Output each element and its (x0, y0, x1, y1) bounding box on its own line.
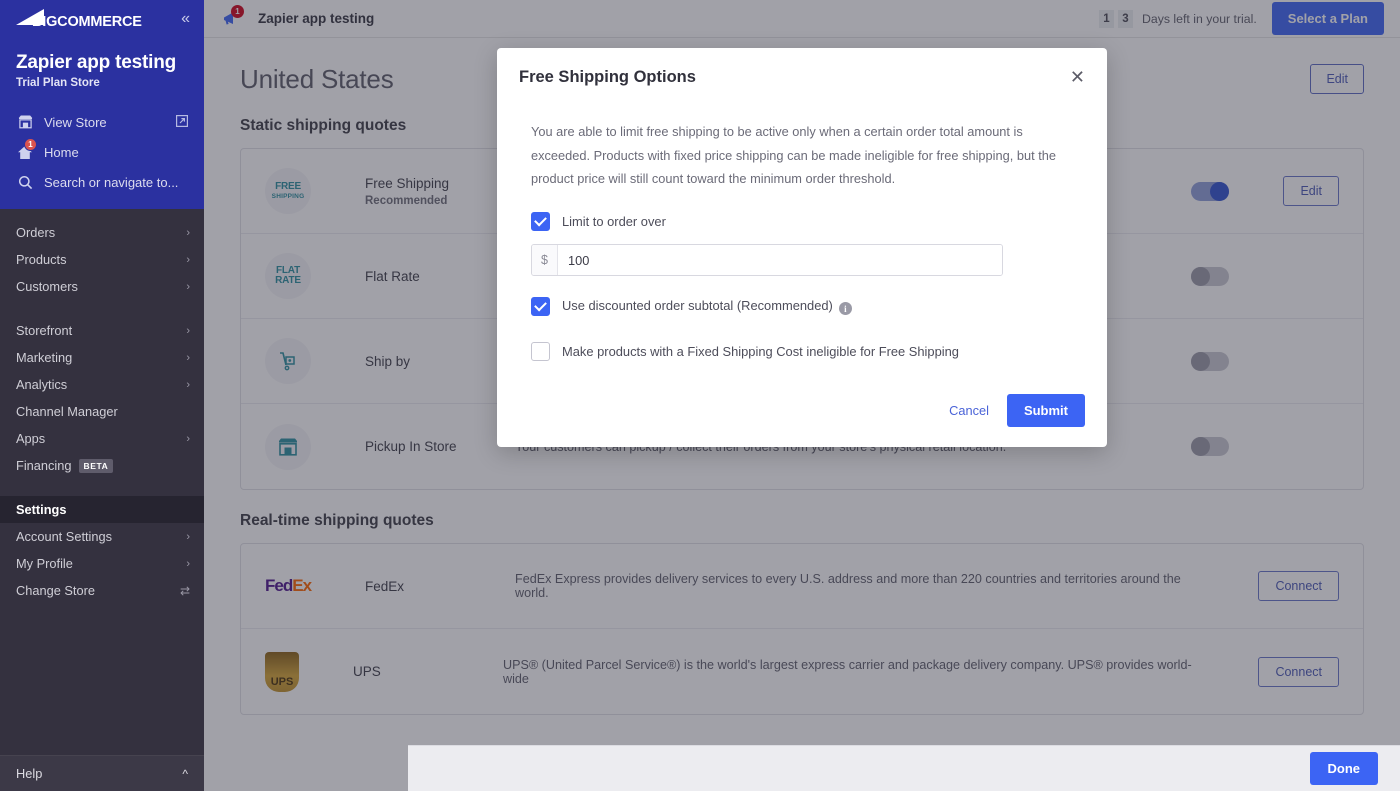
modal-footer: Cancel Submit (497, 361, 1107, 447)
bigcommerce-wordmark: BIGCOMMERCE (32, 14, 142, 30)
chevron-right-icon: › (186, 531, 190, 543)
use-discounted-subtotal-checkbox[interactable] (531, 297, 550, 316)
sidebar-collapse-button[interactable]: « (181, 11, 190, 27)
use-discounted-subtotal-label: Use discounted order subtotal (Recommend… (562, 298, 852, 316)
chevron-right-icon: › (186, 325, 190, 337)
free-shipping-options-modal: Free Shipping Options ✕ You are able to … (497, 48, 1107, 447)
sidebar: BIGCOMMERCE « Zapier app testing Trial P… (0, 0, 204, 791)
bigcommerce-logo[interactable]: BIGCOMMERCE (14, 9, 142, 29)
search-input-placeholder: Search or navigate to... (44, 175, 178, 190)
minimum-order-amount-field[interactable]: $ (531, 244, 1003, 276)
sidebar-item-label: My Profile (16, 556, 73, 571)
sidebar-item-label: Apps (16, 431, 45, 446)
close-icon[interactable]: ✕ (1070, 68, 1085, 86)
sidebar-item-marketing[interactable]: Marketing › (0, 344, 204, 371)
chevron-right-icon: › (186, 227, 190, 239)
currency-prefix: $ (532, 245, 558, 275)
sidebar-item-label: Change Store (16, 583, 95, 598)
sidebar-search[interactable]: Search or navigate to... (0, 167, 204, 197)
sidebar-help-button[interactable]: Help ^ (0, 755, 204, 791)
done-button[interactable]: Done (1310, 752, 1379, 785)
chevron-right-icon: › (186, 352, 190, 364)
sidebar-item-label: Settings (16, 502, 66, 517)
chevron-up-icon: ^ (182, 767, 188, 781)
submit-button[interactable]: Submit (1007, 394, 1085, 427)
sidebar-item-label: Marketing (16, 350, 72, 365)
sidebar-item-analytics[interactable]: Analytics › (0, 371, 204, 398)
sidebar-item-storefront[interactable]: Storefront › (0, 317, 204, 344)
sidebar-item-label: Products (16, 252, 67, 267)
sidebar-item-label: Home (44, 145, 79, 160)
store-plan: Trial Plan Store (16, 77, 188, 89)
chevron-right-icon: › (186, 558, 190, 570)
sidebar-item-label: Orders (16, 225, 55, 240)
sidebar-item-my-profile[interactable]: My Profile › (0, 550, 204, 577)
sidebar-item-settings[interactable]: Settings (0, 496, 204, 523)
sidebar-nav: Orders › Products › Customers › Storefro… (0, 209, 204, 755)
sidebar-header: BIGCOMMERCE « Zapier app testing Trial P… (0, 0, 204, 209)
fixed-cost-ineligible-label: Make products with a Fixed Shipping Cost… (562, 344, 959, 359)
limit-to-order-over-checkbox[interactable] (531, 212, 550, 231)
sidebar-brand-bar: BIGCOMMERCE « (0, 0, 204, 38)
modal-header: Free Shipping Options ✕ (497, 48, 1107, 87)
beta-badge: BETA (79, 459, 114, 473)
sidebar-item-orders[interactable]: Orders › (0, 219, 204, 246)
sidebar-item-financing[interactable]: Financing BETA (0, 452, 204, 479)
search-icon (16, 175, 34, 190)
footer-action-bar: Done (408, 745, 1400, 791)
sidebar-item-label: Financing (16, 458, 72, 473)
chevron-right-icon: › (186, 433, 190, 445)
external-link-icon[interactable] (176, 115, 188, 130)
sidebar-item-label: Account Settings (16, 529, 112, 544)
modal-title: Free Shipping Options (519, 68, 696, 87)
nav-divider (0, 479, 204, 496)
modal-description: You are able to limit free shipping to b… (531, 120, 1071, 191)
store-icon (16, 115, 34, 129)
minimum-order-amount-input[interactable] (558, 245, 1002, 275)
cancel-button[interactable]: Cancel (949, 403, 989, 418)
fixed-cost-ineligible-checkbox[interactable] (531, 342, 550, 361)
sidebar-quick-links: View Store 1 Home Search (0, 93, 204, 209)
sidebar-item-label: Analytics (16, 377, 67, 392)
sidebar-item-label: Channel Manager (16, 404, 118, 419)
modal-body: You are able to limit free shipping to b… (497, 87, 1107, 361)
use-discounted-subtotal-row[interactable]: Use discounted order subtotal (Recommend… (531, 297, 1073, 316)
store-info: Zapier app testing Trial Plan Store (0, 38, 204, 93)
sidebar-item-label: Customers (16, 279, 78, 294)
store-name: Zapier app testing (16, 52, 188, 74)
fixed-cost-ineligible-row[interactable]: Make products with a Fixed Shipping Cost… (531, 342, 1073, 361)
nav-divider (0, 300, 204, 317)
sidebar-item-customers[interactable]: Customers › (0, 273, 204, 300)
chevron-right-icon: › (186, 254, 190, 266)
chevron-right-icon: › (186, 281, 190, 293)
sidebar-item-home[interactable]: 1 Home (0, 137, 204, 167)
sidebar-item-label: Storefront (16, 323, 72, 338)
checkbox-text: Use discounted order subtotal (Recommend… (562, 298, 833, 313)
sidebar-item-label: View Store (44, 115, 107, 130)
limit-to-order-over-row[interactable]: Limit to order over (531, 212, 1073, 231)
sidebar-item-view-store[interactable]: View Store (0, 107, 204, 137)
info-icon[interactable]: i (839, 302, 852, 315)
sidebar-item-channel-manager[interactable]: Channel Manager (0, 398, 204, 425)
swap-icon: ⇄ (180, 584, 190, 598)
chevron-right-icon: › (186, 379, 190, 391)
help-label: Help (16, 766, 42, 781)
sidebar-item-apps[interactable]: Apps › (0, 425, 204, 452)
home-icon: 1 (16, 145, 34, 160)
limit-to-order-over-label: Limit to order over (562, 214, 666, 229)
sidebar-item-products[interactable]: Products › (0, 246, 204, 273)
sidebar-item-account-settings[interactable]: Account Settings › (0, 523, 204, 550)
home-notification-badge: 1 (24, 138, 37, 151)
sidebar-item-change-store[interactable]: Change Store ⇄ (0, 577, 204, 604)
